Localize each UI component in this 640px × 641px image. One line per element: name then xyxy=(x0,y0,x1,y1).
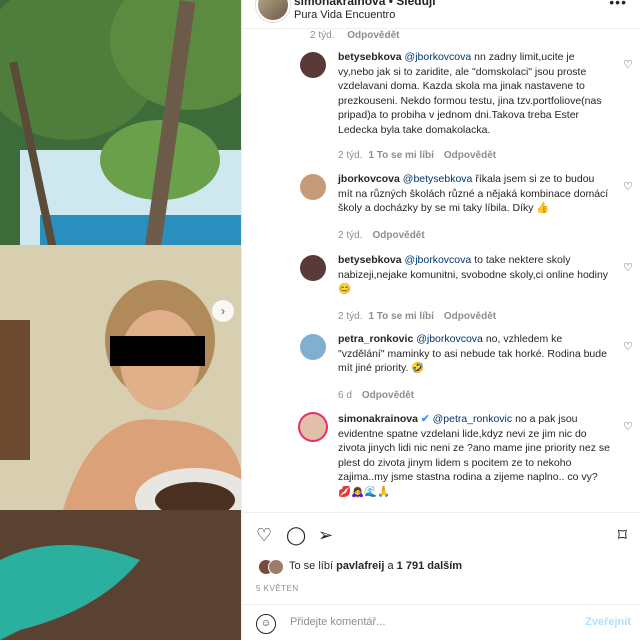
reply-button[interactable]: Odpovědět xyxy=(372,230,424,241)
comment-meta: 2 týd. 1 To se mi líbí Odpovědět xyxy=(338,311,497,322)
reply-button[interactable]: Odpovědět xyxy=(444,150,496,161)
comment-meta: 6 d Odpovědět xyxy=(338,390,415,401)
commenter-avatar[interactable] xyxy=(300,52,326,78)
verified-badge-icon: ✔ xyxy=(420,413,430,425)
like-heart-icon[interactable]: ♡ xyxy=(256,525,272,546)
others-count[interactable]: 1 791 dalším xyxy=(397,560,462,572)
commenter-avatar[interactable] xyxy=(300,334,326,360)
commenter-username[interactable]: betysebkova xyxy=(338,254,402,266)
mention-link[interactable]: @petra_ronkovic xyxy=(433,413,513,425)
commenter-username[interactable]: petra_ronkovic xyxy=(338,333,413,345)
likes-count[interactable]: 1 To se mi líbí xyxy=(368,150,433,161)
likes-summary[interactable]: To se líbí pavlafreij a 1 791 dalším xyxy=(289,560,462,572)
reply-button[interactable]: Odpovědět xyxy=(347,30,399,41)
post-location[interactable]: Pura Vida Encuentro xyxy=(294,9,395,21)
likes-count[interactable]: 1 To se mi líbí xyxy=(368,311,433,322)
mention-link[interactable]: @jborkovcova xyxy=(405,254,472,266)
comment-text: betysebkova @jborkovcova to take nektere… xyxy=(338,254,609,295)
commenter-avatar[interactable] xyxy=(300,255,326,281)
comments-panel: simonakrainova • Sledují Pura Vida Encue… xyxy=(241,0,640,641)
following-label[interactable]: • Sledují xyxy=(389,0,436,8)
like-comment-heart-icon[interactable]: ♡ xyxy=(623,261,633,274)
previous-comment-meta: 2 týd. Odpovědět xyxy=(310,30,399,41)
mention-link[interactable]: @betysebkova xyxy=(403,173,473,185)
commenter-username[interactable]: simonakrainova xyxy=(338,413,418,425)
commenter-avatar[interactable] xyxy=(300,414,326,440)
chevron-right-icon: › xyxy=(221,304,225,318)
like-comment-heart-icon[interactable]: ♡ xyxy=(623,420,633,433)
beach-photo-illustration xyxy=(0,0,241,640)
comment-text: simonakrainova ✔ @petra_ronkovic no a pa… xyxy=(338,413,610,498)
reply-button[interactable]: Odpovědět xyxy=(362,390,414,401)
post-photo: › xyxy=(0,0,241,640)
comment-meta: 2 týd. Odpovědět xyxy=(338,230,425,241)
mention-link[interactable]: @jborkovcova xyxy=(405,51,472,63)
mention-link[interactable]: @jborkovcova xyxy=(416,333,483,345)
commenter-username[interactable]: jborkovcova xyxy=(338,173,400,185)
liker-avatar[interactable] xyxy=(268,559,284,575)
post-comment-button[interactable]: Zveřejnit xyxy=(585,616,631,628)
reply-button[interactable]: Odpovědět xyxy=(444,311,496,322)
post-header: simonakrainova • Sledují Pura Vida Encue… xyxy=(242,0,640,29)
post-date: 5 KVĚTEN xyxy=(256,584,299,593)
liker-username[interactable]: pavlafreij xyxy=(336,560,384,572)
author-username[interactable]: simonakrainova xyxy=(294,0,385,8)
comment-text: petra_ronkovic @jborkovcova no, vzhledem… xyxy=(338,333,607,374)
like-comment-heart-icon[interactable]: ♡ xyxy=(623,58,633,71)
like-comment-heart-icon[interactable]: ♡ xyxy=(623,340,633,353)
comment-text: jborkovcova @betysebkova říkala jsem si … xyxy=(338,173,609,214)
emoji-icon[interactable]: ☺ xyxy=(256,614,276,634)
more-options-icon[interactable]: ••• xyxy=(609,0,627,10)
comment-meta: 2 týd. 1 To se mi líbí Odpovědět xyxy=(338,150,497,161)
add-comment-bar: ☺ Zveřejnit xyxy=(242,604,640,641)
comment-text: betysebkova @jborkovcova nn zadny limit,… xyxy=(338,51,602,136)
comment-input[interactable] xyxy=(288,615,572,629)
share-paper-plane-icon[interactable]: ➢ xyxy=(318,525,333,546)
comment-icon[interactable]: ◯ xyxy=(286,525,306,546)
comment-time: 2 týd. xyxy=(310,30,335,41)
bookmark-icon[interactable]: ⌑ xyxy=(618,525,627,546)
post-actions: ♡ ◯ ➢ ⌑ To se líbí pavlafreij a 1 791 da… xyxy=(242,512,640,593)
author-avatar[interactable] xyxy=(256,0,290,22)
like-comment-heart-icon[interactable]: ♡ xyxy=(623,180,633,193)
next-photo-button[interactable]: › xyxy=(212,300,234,322)
commenter-username[interactable]: betysebkova xyxy=(338,51,402,63)
commenter-avatar[interactable] xyxy=(300,174,326,200)
